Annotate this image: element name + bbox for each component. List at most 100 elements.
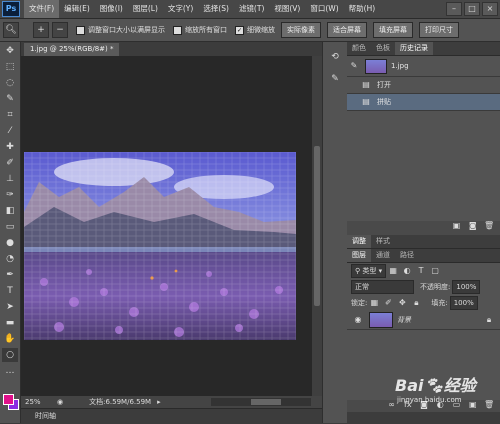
history-brush-icon[interactable]: ✑ <box>2 188 18 202</box>
brush-tool-icon[interactable]: ✐ <box>2 156 18 170</box>
lock-position-icon[interactable]: ✥ <box>397 298 407 308</box>
maximize-button[interactable]: □ <box>464 2 480 16</box>
menu-select[interactable]: 选择(S) <box>198 0 234 18</box>
vertical-scroll-thumb[interactable] <box>314 146 320 306</box>
history-snapshot[interactable]: ✎ 1.jpg <box>347 56 500 77</box>
crop-tool-icon[interactable]: ⌗ <box>2 108 18 122</box>
fit-screen-button[interactable]: 适合屏幕 <box>327 22 367 38</box>
shape-filter-icon[interactable]: ▢ <box>430 266 440 276</box>
type-tool-icon[interactable]: T <box>2 284 18 298</box>
lock-transparent-icon[interactable]: ▦ <box>369 298 379 308</box>
history-item[interactable]: ▤ 打开 <box>347 77 500 94</box>
history-state-icon: ▤ <box>362 80 370 89</box>
close-button[interactable]: × <box>482 2 498 16</box>
blend-mode-select[interactable]: 正常 <box>351 280 414 294</box>
tab-history[interactable]: 历史记录 <box>395 42 433 55</box>
tab-color[interactable]: 颜色 <box>347 42 371 55</box>
watermark-brand2: 经验 <box>443 376 476 395</box>
document-tab[interactable]: 1.jpg @ 25%(RGB/8#) * <box>24 43 120 56</box>
document-image[interactable] <box>24 152 296 340</box>
menu-view[interactable]: 视图(V) <box>269 0 305 18</box>
zoom-level[interactable]: 25% <box>25 398 53 406</box>
more-tools-icon[interactable]: … <box>2 364 18 378</box>
eraser-tool-icon[interactable]: ◧ <box>2 204 18 218</box>
tab-swatches[interactable]: 色板 <box>371 42 395 55</box>
marquee-tool-icon[interactable]: ⬚ <box>2 60 18 74</box>
blend-opacity-row: 正常 不透明度: 100% <box>347 279 500 295</box>
delete-layer-icon[interactable]: 🗑︎ <box>484 400 494 410</box>
horizontal-scroll-thumb[interactable] <box>251 399 281 405</box>
blend-mode-value: 正常 <box>355 283 369 291</box>
eye-icon[interactable]: ◉ <box>353 315 363 325</box>
menu-type[interactable]: 文字(Y) <box>163 0 198 18</box>
minimize-button[interactable]: – <box>446 2 462 16</box>
dodge-tool-icon[interactable]: ◔ <box>2 252 18 266</box>
gradient-tool-icon[interactable]: ▭ <box>2 220 18 234</box>
healing-brush-icon[interactable]: ✚ <box>2 140 18 154</box>
tab-layers[interactable]: 图层 <box>347 249 371 262</box>
menu-image[interactable]: 图像(I) <box>95 0 128 18</box>
pen-tool-icon[interactable]: ✒ <box>2 268 18 282</box>
lock-all-icon[interactable]: 🔒︎ <box>411 298 421 308</box>
checkbox-box <box>173 25 182 35</box>
zoom-out-icon[interactable]: − <box>52 22 68 38</box>
new-document-icon[interactable]: ▣ <box>452 221 462 231</box>
status-arrow-icon[interactable]: ▸ <box>157 398 161 406</box>
zoom-tool-preset-icon[interactable]: 🔍︎ <box>3 22 19 38</box>
brush-source-icon[interactable]: ✎ <box>349 61 359 71</box>
move-tool-icon[interactable]: ✥ <box>2 44 18 58</box>
horizontal-scrollbar[interactable] <box>211 398 311 406</box>
quick-select-tool-icon[interactable]: ✎ <box>2 92 18 106</box>
camera-icon[interactable]: ◙ <box>468 221 478 231</box>
menu-window[interactable]: 窗口(W) <box>305 0 343 18</box>
tab-styles[interactable]: 样式 <box>371 235 395 248</box>
tab-paths[interactable]: 路径 <box>395 249 419 262</box>
actual-pixels-button[interactable]: 实际像素 <box>281 22 321 38</box>
zoom-tool-icon[interactable]: ○ <box>2 348 18 362</box>
path-select-icon[interactable]: ➤ <box>2 300 18 314</box>
zoom-all-windows-checkbox[interactable]: 缩放所有窗口 <box>173 25 227 35</box>
menu-filter[interactable]: 滤镜(T) <box>234 0 269 18</box>
history-item-selected[interactable]: ▤ 拼贴 <box>347 94 500 111</box>
menu-edit[interactable]: 编辑(E) <box>59 0 95 18</box>
properties-panel-icon[interactable]: ✎ <box>327 72 343 86</box>
fill-label: 填充: <box>431 299 448 307</box>
history-panel-icon[interactable]: ⟲ <box>327 50 343 64</box>
hand-tool-icon[interactable]: ✋ <box>2 332 18 346</box>
opacity-label: 不透明度: <box>420 283 451 291</box>
fill-screen-button[interactable]: 填充屏幕 <box>373 22 413 38</box>
checkbox-box-checked: ✓ <box>235 25 244 35</box>
menu-file[interactable]: 文件(F) <box>24 0 60 18</box>
opacity-value: 100% <box>456 283 477 291</box>
type-filter-icon[interactable]: T <box>416 266 426 276</box>
pixel-filter-icon[interactable]: ▦ <box>388 266 398 276</box>
toolbox: ✥ ⬚ ◌ ✎ ⌗ ⁄ ✚ ✐ ⊥ ✑ ◧ ▭ ● ◔ ✒ T ➤ ▬ ✋ ○ … <box>0 42 21 423</box>
fill-value: 100% <box>453 299 474 307</box>
shape-tool-icon[interactable]: ▬ <box>2 316 18 330</box>
eyedropper-tool-icon[interactable]: ⁄ <box>2 124 18 138</box>
zoom-in-icon[interactable]: + <box>33 22 49 38</box>
canvas-area[interactable] <box>21 56 312 396</box>
opacity-input[interactable]: 100% <box>452 280 481 294</box>
lock-pixels-icon[interactable]: ✐ <box>383 298 393 308</box>
layer-kind-select[interactable]: ⚲ 类型 ▾ <box>351 264 387 278</box>
layer-row-background[interactable]: ◉ 背景 🔒︎ <box>347 311 500 330</box>
menu-layer[interactable]: 图层(L) <box>128 0 163 18</box>
clone-stamp-icon[interactable]: ⊥ <box>2 172 18 186</box>
menu-help[interactable]: 帮助(H) <box>344 0 381 18</box>
vertical-scrollbar[interactable] <box>312 56 322 396</box>
lasso-tool-icon[interactable]: ◌ <box>2 76 18 90</box>
status-menu-icon[interactable]: ◉ <box>57 398 63 406</box>
fill-input[interactable]: 100% <box>449 296 478 310</box>
resize-windows-checkbox[interactable]: 调整窗口大小以满屏显示 <box>76 25 165 35</box>
photoshop-logo: Ps <box>2 1 20 17</box>
scrubby-zoom-checkbox[interactable]: ✓ 细微缩放 <box>235 25 275 35</box>
trash-icon[interactable]: 🗑︎ <box>484 221 494 231</box>
layer-kind-label: 类型 <box>362 267 377 275</box>
blur-tool-icon[interactable]: ● <box>2 236 18 250</box>
adjust-filter-icon[interactable]: ◐ <box>402 266 412 276</box>
tab-adjustments[interactable]: 调整 <box>347 235 371 248</box>
tab-channels[interactable]: 通道 <box>371 249 395 262</box>
print-size-button[interactable]: 打印尺寸 <box>419 22 459 38</box>
foreground-color-swatch[interactable] <box>3 394 14 405</box>
